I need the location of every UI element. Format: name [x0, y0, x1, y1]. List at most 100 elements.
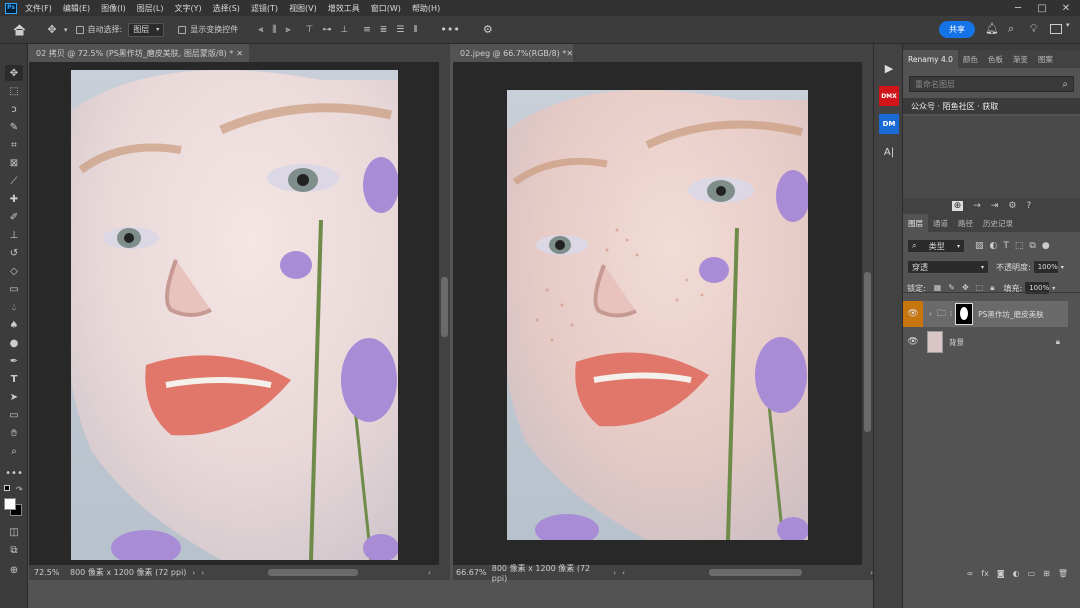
new-group-icon[interactable]: ▭	[1028, 569, 1036, 578]
align-top-icon[interactable]: ⊤	[306, 23, 314, 36]
vertical-scrollbar-left[interactable]	[439, 62, 450, 565]
vertical-scroll-thumb-left[interactable]	[441, 277, 448, 337]
filter-toggle-icon[interactable]: ●	[1042, 241, 1050, 251]
menu-item-image[interactable]: 图像(I)	[101, 3, 126, 14]
tab-channels[interactable]: 通道	[928, 214, 953, 232]
tab-renamy[interactable]: Renamy 4.0	[903, 50, 958, 68]
blur-icon[interactable]: 💧︎	[5, 299, 23, 315]
move-tool-icon[interactable]: ✥	[40, 23, 64, 36]
layer-name[interactable]: 背景	[949, 337, 964, 348]
zoom-level-left[interactable]: 72.5%	[34, 568, 64, 577]
screen-mode-icon[interactable]: ⧉	[5, 542, 23, 558]
show-transform-check-icon[interactable]	[178, 25, 187, 34]
vertical-scrollbar-right[interactable]	[862, 62, 873, 565]
layer-filter-dropdown[interactable]: ⌕ 类型 ▾	[907, 239, 965, 253]
home-icon[interactable]	[8, 23, 30, 36]
distribute-vcenter-icon[interactable]: ≣	[380, 23, 388, 36]
horizontal-scroll-thumb-left[interactable]	[268, 569, 359, 576]
artboard-icon[interactable]: ⊕	[951, 201, 964, 211]
gear-icon[interactable]: ⚙	[483, 23, 493, 36]
marquee-icon[interactable]: ⬚	[5, 83, 23, 99]
distribute-bottom-icon[interactable]: ☰	[396, 23, 404, 36]
auto-select-dropdown[interactable]: 图层 ▾	[128, 22, 165, 37]
tab-document-right[interactable]: 02.jpeg @ 66.7%(RGB/8) * ✕	[453, 44, 573, 62]
eyedropper-icon[interactable]: ⟋	[5, 173, 23, 189]
help-icon[interactable]: ?	[1026, 201, 1031, 211]
visibility-eye-icon[interactable]: 👁︎	[903, 301, 923, 327]
quick-select-icon[interactable]: ✎	[5, 119, 23, 135]
canvas-left[interactable]	[71, 70, 398, 560]
tab-layers[interactable]: 图层	[903, 214, 928, 232]
auto-select-check-icon[interactable]	[75, 25, 84, 34]
opacity-chevron-icon[interactable]: ▾	[1061, 264, 1064, 271]
lock-icon[interactable]: 🔒︎	[1056, 337, 1060, 347]
layer-row-group[interactable]: 👁︎ › 🗀︎ ⁞ PS黑作坊_磨皮美肤	[903, 301, 1068, 327]
align-left-icon[interactable]: ⫷	[258, 23, 263, 36]
show-transform-checkbox[interactable]: 显示变换控件	[178, 24, 238, 35]
link-layers-icon[interactable]: ∞	[967, 569, 974, 578]
layer-thumbnail[interactable]	[927, 331, 943, 353]
add-mask-icon[interactable]: ◙	[997, 569, 1005, 578]
dodge-icon[interactable]: ♠	[5, 317, 23, 333]
horizontal-scroll-thumb-right[interactable]	[708, 569, 803, 576]
tab-swatches[interactable]: 色板	[983, 50, 1008, 68]
ai-text-icon[interactable]: A|	[879, 142, 899, 162]
tab-close-icon[interactable]: ✕	[236, 49, 243, 58]
new-layer-icon[interactable]: ⊞	[1043, 569, 1050, 578]
mask-link-icon[interactable]: ⁞	[950, 310, 952, 318]
trash-icon[interactable]: 🗑︎	[1058, 569, 1068, 578]
scroll-left-arrow-icon[interactable]: ‹	[622, 569, 625, 577]
arrow-right-icon[interactable]: →	[973, 201, 981, 211]
quick-mask-icon[interactable]: ◫	[5, 524, 23, 540]
dm-plugin-button[interactable]: DM	[879, 114, 899, 134]
scroll-left-arrow-icon[interactable]: ‹	[201, 569, 204, 577]
vertical-scroll-thumb-right[interactable]	[864, 272, 871, 432]
adjustment-layer-icon[interactable]: ◐	[1013, 569, 1020, 578]
canvas-right[interactable]	[507, 90, 808, 540]
settings-icon[interactable]: ⚙	[1008, 201, 1016, 211]
play-action-icon[interactable]: ▶	[879, 58, 899, 78]
healing-brush-icon[interactable]: ✚	[5, 191, 23, 207]
minimize-icon[interactable]: ─	[1006, 0, 1030, 16]
default-colors-icon[interactable]	[4, 485, 10, 491]
eraser-icon[interactable]: ◇	[5, 263, 23, 279]
filter-smart-icon[interactable]: ⧉	[1029, 241, 1035, 251]
export-icon[interactable]: ⇥	[991, 201, 999, 211]
menu-item-file[interactable]: 文件(F)	[25, 3, 52, 14]
menu-item-help[interactable]: 帮助(H)	[412, 3, 440, 14]
swap-colors-icon[interactable]: ↷	[16, 485, 23, 494]
close-icon[interactable]: ✕	[1054, 0, 1078, 16]
path-select-icon[interactable]: ➤	[5, 389, 23, 405]
filter-shape-icon[interactable]: ⬚	[1015, 241, 1024, 251]
tab-paths[interactable]: 路径	[953, 214, 978, 232]
layer-mask-thumbnail[interactable]	[955, 303, 974, 325]
layer-name[interactable]: PS黑作坊_磨皮美肤	[978, 309, 1044, 320]
visibility-eye-icon[interactable]: 👁︎	[903, 329, 923, 355]
generative-icon[interactable]: ⊕	[5, 562, 23, 578]
zoom-icon[interactable]: ⌕	[5, 443, 23, 459]
filter-pixel-icon[interactable]: ▨	[975, 241, 984, 251]
blend-mode-dropdown[interactable]: 穿透 ▾	[907, 260, 989, 274]
fill-chevron-icon[interactable]: ▾	[1052, 285, 1055, 292]
crop-icon[interactable]: ⌗	[5, 137, 23, 153]
history-brush-icon[interactable]: ↺	[5, 245, 23, 261]
distribute-left-icon[interactable]: ⦀	[413, 23, 417, 36]
gradient-icon[interactable]: ▭	[5, 281, 23, 297]
auto-select-checkbox[interactable]: 自动选择:	[75, 24, 122, 35]
type-icon[interactable]: T	[5, 371, 23, 387]
clone-stamp-icon[interactable]: ⊥	[5, 227, 23, 243]
menu-item-edit[interactable]: 编辑(E)	[63, 3, 90, 14]
layer-row-background[interactable]: 👁︎ 背景 🔒︎	[903, 329, 1068, 355]
frame-icon[interactable]: ⊠	[5, 155, 23, 171]
align-vcenter-icon[interactable]: ⊶	[322, 23, 331, 36]
scroll-right-arrow-icon[interactable]: ›	[428, 569, 431, 577]
pen-icon[interactable]: ✒	[5, 353, 23, 369]
tab-patterns[interactable]: 图案	[1033, 50, 1058, 68]
maximize-icon[interactable]: □	[1030, 0, 1054, 16]
align-right-icon[interactable]: ⫸	[285, 23, 290, 36]
menu-item-type[interactable]: 文字(Y)	[174, 3, 201, 14]
expand-chevron-icon[interactable]: ›	[929, 310, 932, 318]
menu-item-window[interactable]: 窗口(W)	[371, 3, 401, 14]
move-icon[interactable]: ✥	[5, 65, 23, 81]
tab-gradients[interactable]: 渐变	[1008, 50, 1033, 68]
